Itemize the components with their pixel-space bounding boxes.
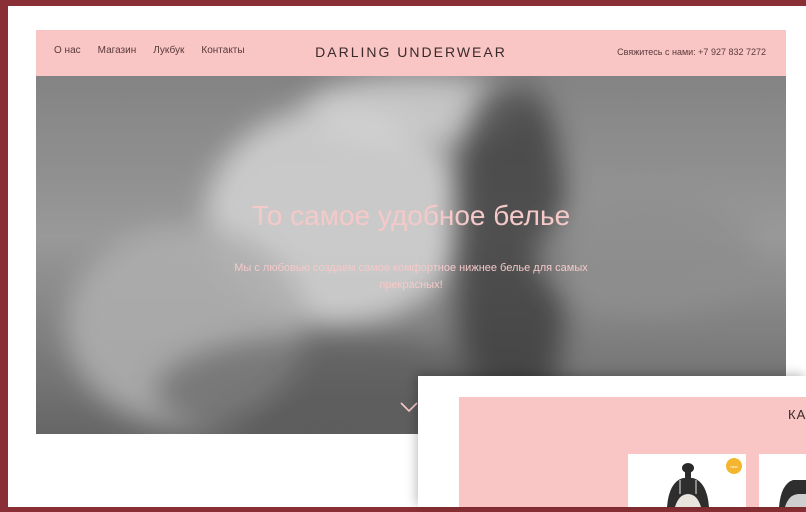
- product-card[interactable]: new: [628, 454, 746, 507]
- catalog-preview-window: КА new: [418, 376, 806, 507]
- product-card[interactable]: [759, 454, 806, 507]
- site-header: О нас Магазин Лукбук Контакты DARLING UN…: [36, 30, 786, 76]
- product-image: [667, 463, 709, 507]
- hero-title: То самое удобное белье: [251, 200, 571, 231]
- catalog-section: КА new: [459, 397, 806, 507]
- contact-phone[interactable]: Свяжитесь с нами: +7 927 832 7272: [617, 47, 766, 57]
- new-badge: new: [726, 458, 742, 474]
- hero-subtitle: Мы с любовью создаем самое комфортное ни…: [234, 262, 588, 291]
- product-image: [779, 480, 806, 507]
- chevron-down-icon[interactable]: [399, 400, 419, 414]
- catalog-title: КА: [788, 407, 806, 422]
